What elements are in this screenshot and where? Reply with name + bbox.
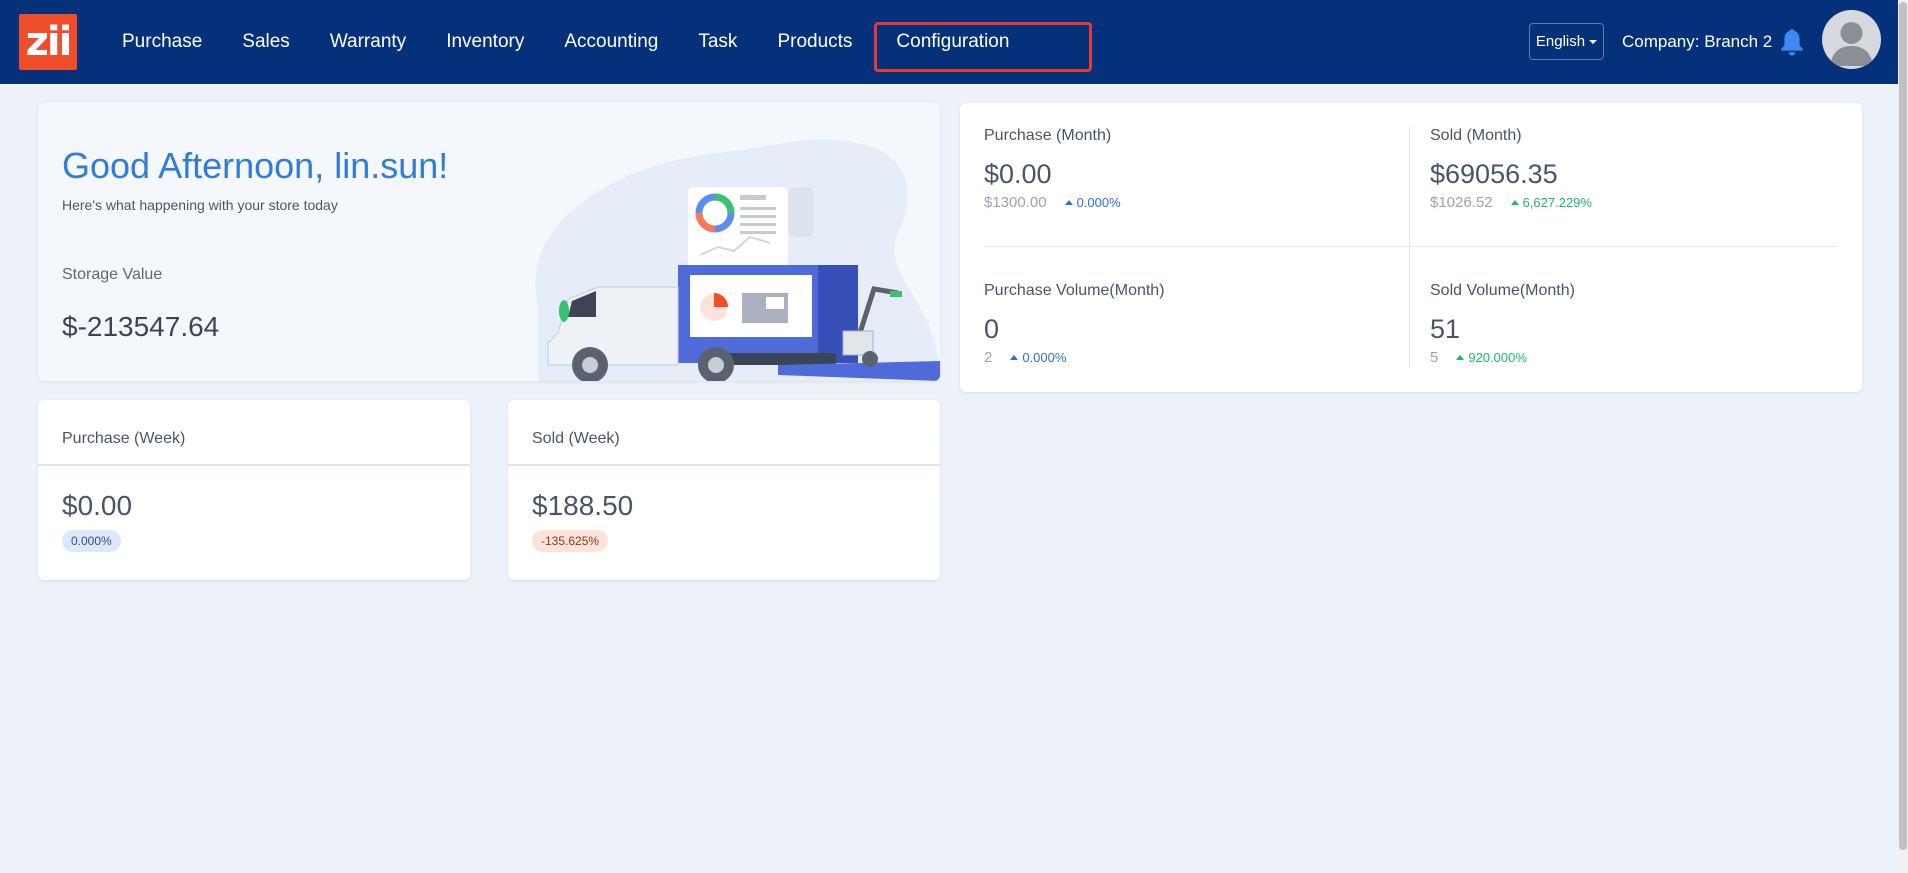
greeting-card: Good Afternoon, lin.sun! Here's what hap… bbox=[38, 103, 940, 381]
stat-change-value: 0.000% bbox=[1022, 350, 1067, 365]
stat-previous: 5 bbox=[1430, 349, 1439, 366]
stat-value: $69056.35 bbox=[1430, 159, 1558, 189]
monthly-stats-card: Purchase (Month) $0.00 $1300.00 0.000% S… bbox=[960, 103, 1862, 392]
stat-change-value: 0.000% bbox=[1076, 195, 1121, 210]
page-scrollbar[interactable] bbox=[1898, 0, 1908, 873]
stat-label: Sold Volume(Month) bbox=[1430, 282, 1575, 299]
sold-week-card: Sold (Week) $188.50 -135.625% bbox=[508, 400, 940, 580]
stat-change-value: 920.000% bbox=[1468, 350, 1527, 365]
nav-item-accounting[interactable]: Accounting bbox=[544, 0, 678, 84]
user-silhouette-icon bbox=[1830, 22, 1873, 66]
stat-change: 6,627.229% bbox=[1510, 195, 1592, 210]
user-avatar[interactable] bbox=[1822, 10, 1881, 69]
card-title: Purchase (Week) bbox=[62, 430, 186, 447]
main-nav: Purchase Sales Warranty Inventory Accoun… bbox=[102, 0, 1093, 84]
greeting-subtitle: Here's what happening with your store to… bbox=[62, 197, 338, 213]
stat-change: 0.000% bbox=[1010, 350, 1066, 365]
scrollbar-thumb[interactable] bbox=[1899, 2, 1907, 850]
nav-item-inventory[interactable]: Inventory bbox=[426, 0, 544, 84]
stat-label: Sold (Month) bbox=[1430, 127, 1522, 144]
language-label: English bbox=[1535, 33, 1586, 50]
delivery-truck-illustration bbox=[535, 139, 940, 381]
nav-item-warranty[interactable]: Warranty bbox=[310, 0, 426, 84]
change-badge: -135.625% bbox=[532, 530, 609, 552]
stat-sold-volume-month: Sold Volume(Month) 51 5 920.000% bbox=[1430, 282, 1850, 366]
nav-item-configuration[interactable]: Configuration bbox=[874, 0, 1093, 84]
stat-change: 920.000% bbox=[1456, 350, 1527, 365]
nav-item-products[interactable]: Products bbox=[757, 0, 872, 84]
greeting-title: Good Afternoon, lin.sun! bbox=[62, 145, 449, 186]
trend-up-icon bbox=[1010, 355, 1019, 360]
top-nav-bar: zii Purchase Sales Warranty Inventory Ac… bbox=[0, 0, 1898, 84]
trend-up-icon bbox=[1510, 200, 1519, 205]
stat-previous: $1026.52 bbox=[1430, 194, 1493, 211]
storage-value: $-213547.64 bbox=[62, 311, 220, 342]
stat-label: Purchase Volume(Month) bbox=[984, 282, 1165, 299]
trend-up-icon bbox=[1064, 200, 1073, 205]
stat-value: $0.00 bbox=[984, 159, 1052, 189]
caret-down-icon bbox=[1589, 39, 1598, 44]
stat-previous: $1300.00 bbox=[984, 194, 1047, 211]
stat-value: 0 bbox=[984, 314, 1000, 344]
stat-value: 51 bbox=[1430, 314, 1461, 344]
stat-change-value: 6,627.229% bbox=[1522, 195, 1592, 210]
bell-icon[interactable] bbox=[1779, 28, 1805, 56]
vertical-divider bbox=[1409, 127, 1410, 368]
storage-value-label: Storage Value bbox=[62, 266, 163, 283]
stat-previous: 2 bbox=[984, 349, 993, 366]
company-label[interactable]: Company: Branch 2 bbox=[1622, 32, 1772, 52]
stat-purchase-volume-month: Purchase Volume(Month) 0 2 0.000% bbox=[984, 282, 1404, 366]
language-dropdown[interactable]: English bbox=[1529, 23, 1604, 60]
trend-up-icon bbox=[1456, 355, 1465, 360]
card-value: $0.00 bbox=[62, 490, 133, 521]
stat-purchase-month: Purchase (Month) $0.00 $1300.00 0.000% bbox=[984, 127, 1404, 211]
card-title: Sold (Week) bbox=[532, 430, 620, 447]
purchase-week-card: Purchase (Week) $0.00 0.000% bbox=[38, 400, 470, 580]
app-logo[interactable]: zii bbox=[19, 14, 77, 70]
stat-change: 0.000% bbox=[1064, 195, 1121, 210]
card-value: $188.50 bbox=[532, 490, 634, 521]
nav-item-purchase[interactable]: Purchase bbox=[102, 0, 222, 84]
nav-item-sales[interactable]: Sales bbox=[222, 0, 310, 84]
stat-label: Purchase (Month) bbox=[984, 127, 1112, 144]
stat-sold-month: Sold (Month) $69056.35 $1026.52 6,627.22… bbox=[1430, 127, 1850, 211]
change-badge: 0.000% bbox=[62, 530, 121, 552]
horizontal-divider bbox=[984, 246, 1838, 247]
nav-item-task[interactable]: Task bbox=[678, 0, 757, 84]
